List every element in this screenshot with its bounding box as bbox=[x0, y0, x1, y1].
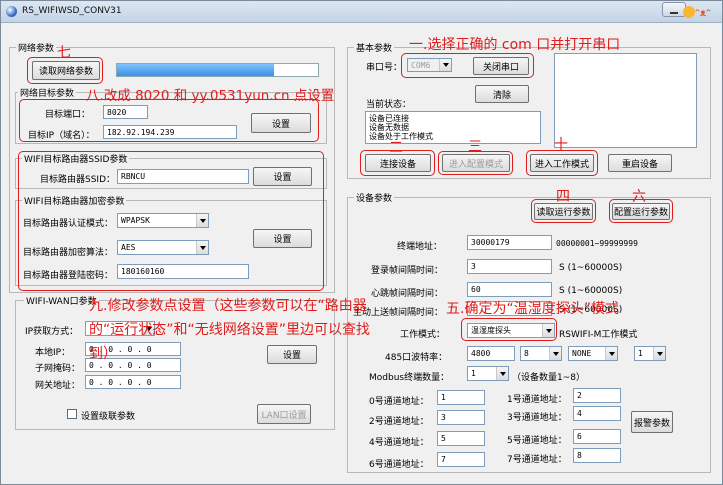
annotation-step-6: 六 bbox=[632, 189, 646, 205]
app-window: RS_WIFIWSD_CONV31 ᵔᴥᵔ 网络参数 读取网络参数 网络目标参数… bbox=[0, 0, 723, 485]
log-output-box bbox=[554, 53, 697, 148]
annotation-box-router bbox=[18, 151, 324, 291]
work-mode-suffix: RSWIFI-M工作模式 bbox=[559, 330, 638, 340]
cascade-label: 设置级联参数 bbox=[81, 412, 136, 422]
baud-rate-label: 485口波特率： bbox=[385, 353, 448, 363]
serial-port-label: 串口号： bbox=[366, 63, 403, 73]
window-title: RS_WIFIWSD_CONV31 bbox=[22, 6, 122, 16]
channel-6-input[interactable]: 7 bbox=[437, 452, 485, 467]
decoration-icon: ᵔᴥᵔ bbox=[682, 1, 716, 22]
parity-select[interactable]: NONE bbox=[568, 346, 618, 361]
modbus-count-label: Modbus终端数量： bbox=[369, 373, 450, 383]
restart-device-button[interactable]: 重启设备 bbox=[608, 154, 672, 172]
current-status-label: 当前状态： bbox=[366, 100, 412, 110]
title-bar: RS_WIFIWSD_CONV31 ᵔᴥᵔ bbox=[1, 1, 722, 23]
channel-0-input[interactable]: 1 bbox=[437, 390, 485, 405]
network-progress-fill bbox=[117, 64, 274, 76]
smiley-icon: ᵔᴥᵔ bbox=[695, 8, 711, 19]
modbus-count-hint: （设备数量1~8） bbox=[512, 373, 585, 383]
chevron-down-icon bbox=[496, 367, 508, 380]
channel-2-input[interactable]: 3 bbox=[437, 410, 485, 425]
channel-4-label: 4号通道地址： bbox=[369, 438, 429, 448]
channel-0-label: 0号通道地址： bbox=[369, 397, 429, 407]
network-legend: 网络参数 bbox=[16, 41, 57, 54]
data-bits-value: 8 bbox=[524, 349, 529, 358]
annotation-box-work-mode bbox=[461, 318, 557, 341]
annotation-box-target bbox=[19, 99, 319, 142]
cascade-checkbox[interactable] bbox=[67, 409, 77, 419]
network-progress-bar bbox=[116, 63, 319, 77]
login-interval-label: 登录帧间隔时间： bbox=[371, 266, 444, 276]
stop-bits-value: 1 bbox=[638, 349, 643, 358]
terminal-address-input[interactable]: 30000179 bbox=[467, 235, 552, 250]
data-bits-select[interactable]: 8 bbox=[520, 346, 562, 361]
annotation-step-5: 五.确定为“温湿度探头”模式 bbox=[446, 301, 619, 317]
annotation-step-4: 四 bbox=[556, 189, 570, 205]
terminal-range-hint: 00000001~99999999 bbox=[556, 239, 638, 248]
local-ip-label: 本地IP： bbox=[35, 348, 71, 358]
device-legend: 设备参数 bbox=[354, 191, 395, 204]
annotation-step-8: 八.改成 8020 和 yy.0531yun.cn 点设置 bbox=[86, 88, 335, 104]
target-legend: 网络目标参数 bbox=[18, 86, 77, 99]
parity-value: NONE bbox=[572, 349, 592, 358]
login-interval-input[interactable]: 3 bbox=[467, 259, 552, 274]
channel-6-label: 6号通道地址： bbox=[369, 460, 429, 470]
annotation-step-1: 一.选择正确的 com 口并打开串口 bbox=[409, 37, 621, 53]
channel-5-label: 5号通道地址： bbox=[507, 436, 567, 446]
chevron-down-icon bbox=[605, 347, 617, 360]
subnet-mask-label: 子网掩码： bbox=[35, 364, 81, 374]
basic-legend: 基本参数 bbox=[354, 41, 395, 54]
wifi-wan-legend: WIFI-WAN口参数 bbox=[24, 294, 99, 307]
status-line: 设备已连接 bbox=[369, 114, 409, 123]
channel-1-input[interactable]: 2 bbox=[573, 388, 621, 403]
channel-7-input[interactable]: 8 bbox=[573, 448, 621, 463]
ip-mode-label: IP获取方式： bbox=[25, 327, 79, 337]
alarm-params-button[interactable]: 报警参数 bbox=[631, 411, 673, 433]
gateway-label: 网关地址： bbox=[35, 381, 81, 391]
channel-5-input[interactable]: 6 bbox=[573, 429, 621, 444]
annotation-box-serial bbox=[401, 53, 534, 78]
chevron-down-icon bbox=[549, 347, 561, 360]
channel-1-label: 1号通道地址： bbox=[507, 395, 567, 405]
terminal-address-label: 终端地址： bbox=[397, 242, 443, 252]
gateway-input[interactable]: 0 . 0 . 0 . 0 bbox=[85, 375, 181, 389]
channel-2-label: 2号通道地址： bbox=[369, 417, 429, 427]
heartbeat-interval-input[interactable]: 60 bbox=[467, 282, 552, 297]
channel-3-label: 3号通道地址： bbox=[507, 413, 567, 423]
annotation-step-2: 二 bbox=[389, 140, 403, 156]
work-mode-label: 工作模式： bbox=[400, 330, 446, 340]
channel-3-input[interactable]: 4 bbox=[573, 406, 621, 421]
clear-button[interactable]: 清除 bbox=[475, 85, 529, 103]
app-icon bbox=[6, 6, 17, 17]
annotation-step-7: 七 bbox=[57, 45, 71, 61]
annotation-step-3: 三 bbox=[468, 139, 482, 155]
chevron-down-icon bbox=[653, 347, 665, 360]
lan-settings-button[interactable]: LAN口设置 bbox=[257, 404, 311, 424]
channel-7-label: 7号通道地址： bbox=[507, 455, 567, 465]
channel-4-input[interactable]: 5 bbox=[437, 431, 485, 446]
modbus-count-select[interactable]: 1 bbox=[467, 366, 509, 381]
annotation-step-10: 十 bbox=[554, 137, 568, 153]
baud-rate-input[interactable]: 4800 bbox=[467, 346, 515, 361]
stop-bits-select[interactable]: 1 bbox=[634, 346, 666, 361]
sun-icon bbox=[683, 6, 695, 18]
annotation-step-9: 九.修改参数点设置（这些参数可以在“路由器的“运行状态”和“无线网络设置”里边可… bbox=[89, 298, 371, 362]
status-line: 设备无数据 bbox=[369, 123, 409, 132]
login-interval-unit: S (1~60000S) bbox=[559, 263, 623, 273]
modbus-count-value: 1 bbox=[471, 369, 476, 378]
heartbeat-interval-unit: S (1~60000S) bbox=[559, 286, 623, 296]
